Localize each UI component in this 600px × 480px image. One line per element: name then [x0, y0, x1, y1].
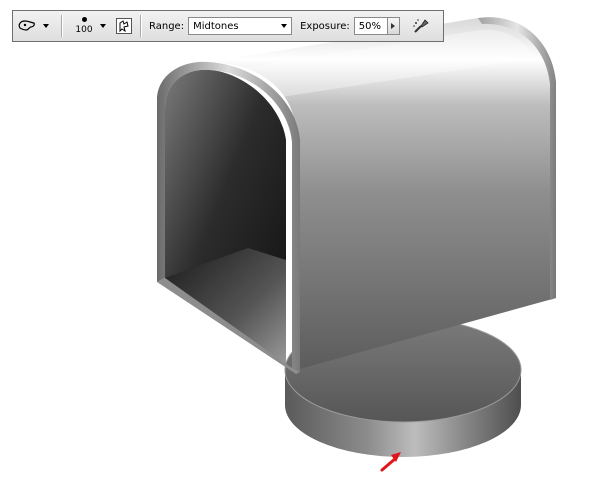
chevron-down-icon — [281, 24, 288, 28]
exposure-slider-button[interactable] — [387, 17, 400, 35]
separator — [140, 15, 141, 37]
range-select-value: Midtones — [193, 20, 239, 32]
canvas-artwork — [157, 17, 556, 472]
range-select[interactable]: Midtones — [188, 17, 293, 35]
separator — [61, 15, 62, 37]
exposure-value: 50% — [358, 20, 381, 32]
tool-preset-picker[interactable] — [13, 19, 57, 33]
mailbox-body — [157, 17, 556, 374]
chevron-right-icon — [391, 23, 396, 29]
airbrush-icon — [412, 19, 429, 33]
brush-panel-toggle[interactable] — [116, 18, 132, 34]
brush-panel-icon — [119, 20, 129, 32]
brush-size: 100 — [75, 25, 93, 35]
chevron-down-icon[interactable] — [100, 24, 106, 28]
sponge-tool-options-bar: 100 Range: Midtones Exposure: 50% — [12, 10, 444, 42]
airbrush-toggle[interactable] — [410, 15, 432, 37]
chevron-down-icon — [43, 24, 49, 28]
range-label: Range: — [149, 20, 185, 32]
brush-preset-picker[interactable]: 100 — [70, 17, 98, 35]
exposure-label: Exposure: — [300, 20, 350, 32]
brush-tip-icon — [81, 17, 87, 22]
sponge-tool-icon — [18, 20, 35, 31]
exposure-input[interactable]: 50% — [353, 17, 388, 35]
